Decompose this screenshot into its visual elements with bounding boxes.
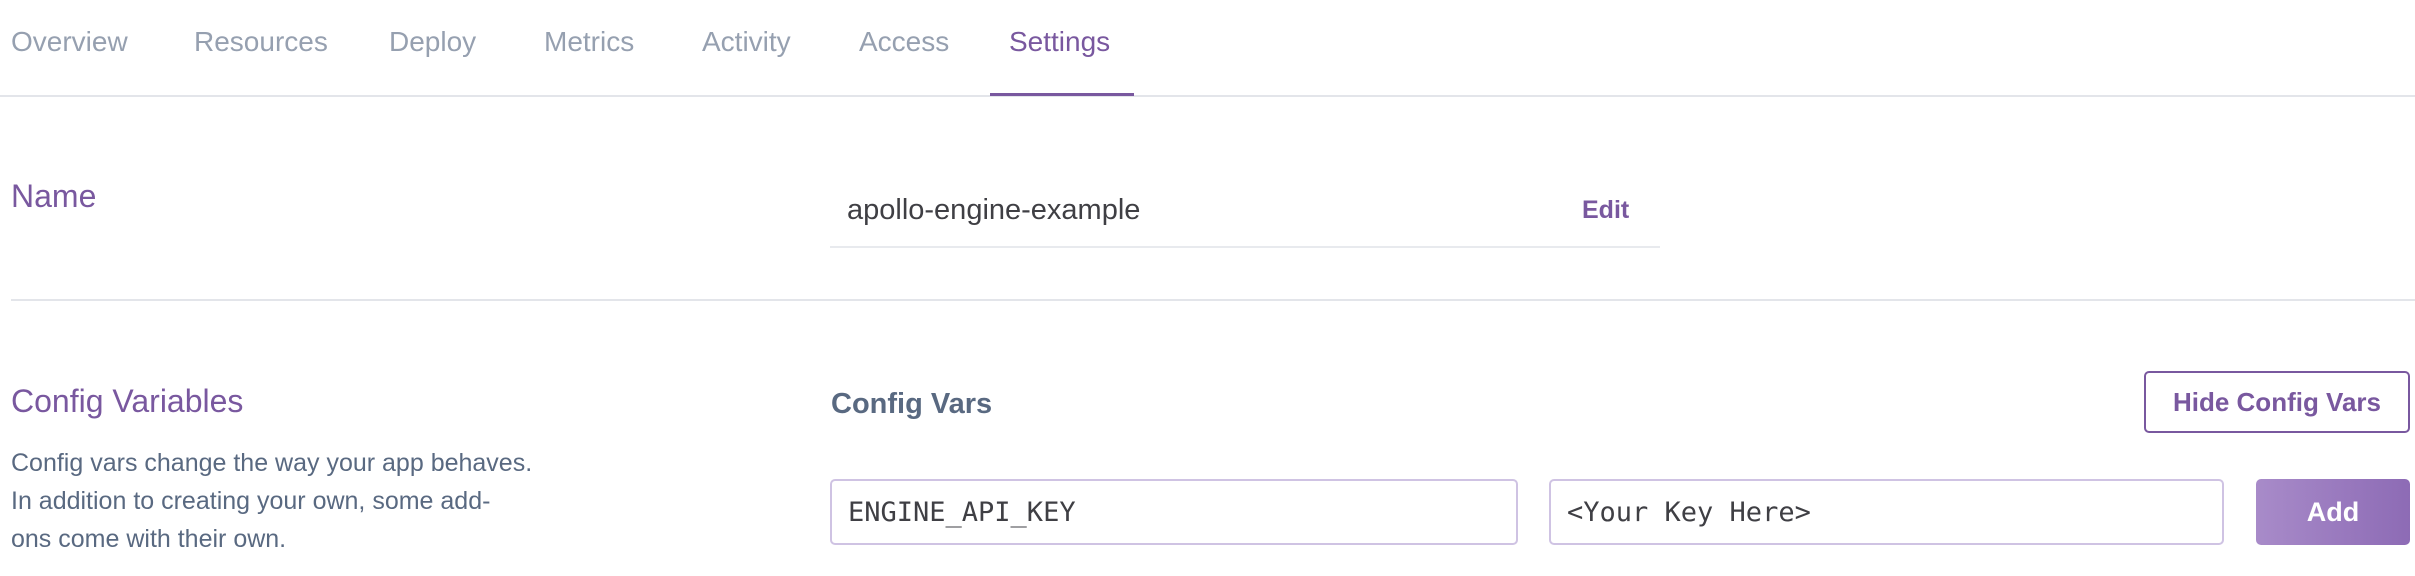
- tab-deploy[interactable]: Deploy: [389, 24, 476, 60]
- config-vars-description: Config vars change the way your app beha…: [11, 444, 571, 558]
- tab-access[interactable]: Access: [859, 24, 949, 60]
- tab-settings[interactable]: Settings: [1009, 24, 1110, 60]
- active-tab-indicator: [990, 93, 1134, 96]
- tab-activity[interactable]: Activity: [702, 24, 791, 60]
- name-section-title: Name: [11, 178, 97, 214]
- section-divider: [11, 299, 2415, 301]
- config-key-input[interactable]: [830, 479, 1518, 545]
- config-description-line: In addition to creating your own, some a…: [11, 487, 491, 515]
- tab-bar: Overview Resources Deploy Metrics Activi…: [0, 0, 2415, 97]
- app-settings-page: Overview Resources Deploy Metrics Activi…: [0, 0, 2415, 576]
- config-description-line: Config vars change the way your app beha…: [11, 449, 533, 477]
- config-variables-title: Config Variables: [11, 383, 244, 419]
- app-name-value: apollo-engine-example: [847, 194, 1141, 226]
- tab-metrics[interactable]: Metrics: [544, 24, 634, 60]
- edit-name-button[interactable]: Edit: [1582, 196, 1629, 225]
- config-description-line: ons come with their own.: [11, 525, 287, 553]
- tab-overview[interactable]: Overview: [11, 24, 128, 60]
- hide-config-vars-button[interactable]: Hide Config Vars: [2144, 371, 2410, 433]
- app-name-row: apollo-engine-example Edit: [830, 180, 1660, 248]
- config-vars-label: Config Vars: [831, 388, 993, 420]
- add-config-var-button[interactable]: Add: [2256, 479, 2410, 545]
- tab-resources[interactable]: Resources: [194, 24, 328, 60]
- config-value-input[interactable]: [1549, 479, 2224, 545]
